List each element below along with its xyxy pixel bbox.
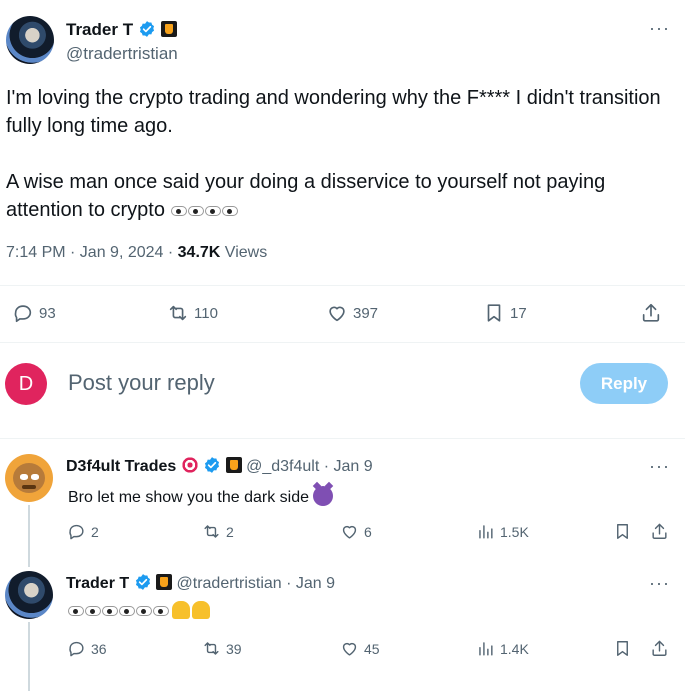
like-count: 6 — [364, 523, 372, 540]
retweet-icon — [169, 305, 187, 321]
author-name-row[interactable]: Trader T — [66, 20, 177, 40]
reply-author-name[interactable]: Trader T — [66, 575, 129, 592]
bookmark-button[interactable] — [613, 522, 632, 541]
like-button[interactable]: 397 — [326, 302, 378, 324]
reply-button[interactable]: 36 — [67, 639, 107, 658]
reply-icon — [69, 524, 84, 540]
bookmark-icon — [617, 524, 628, 539]
tweet-timestamp[interactable]: 7:14 PM · Jan 9, 2024 · — [6, 244, 178, 261]
eyes-emoji-icon — [170, 196, 205, 224]
bookmark-icon — [487, 304, 501, 322]
eyes-emoji-icon — [204, 196, 239, 224]
smiling-devil-emoji-icon — [313, 486, 334, 506]
folded-hands-emoji-icon — [172, 601, 190, 619]
thread-line — [28, 622, 30, 691]
tweet-text: I'm loving the crypto trading and wonder… — [6, 84, 666, 252]
reply-author-name[interactable]: D3f4ult Trades — [66, 458, 176, 475]
retweet-button[interactable]: 39 — [202, 639, 242, 658]
tweet-meta: 7:14 PM · Jan 9, 2024 · 34.7K Views — [6, 244, 267, 262]
affiliate-badge-icon — [225, 457, 242, 473]
reply-text: Bro let me show you the dark side — [68, 486, 334, 507]
heart-icon — [342, 642, 357, 656]
reply-author-row[interactable]: D3f4ult Trades @_d3f4ult · Jan 9 — [66, 456, 373, 476]
like-button[interactable]: 45 — [340, 639, 380, 658]
reply-date[interactable]: · Jan 9 — [286, 575, 335, 592]
share-icon — [652, 523, 667, 539]
reply-author-handle[interactable]: @_d3f4ult — [246, 458, 319, 475]
reply-author-handle[interactable]: @tradertristian — [177, 575, 282, 592]
heart-icon — [342, 525, 357, 539]
target-emoji-icon — [180, 456, 199, 474]
divider — [0, 342, 685, 343]
reply-icon — [69, 641, 84, 657]
author-handle[interactable]: @tradertristian — [66, 44, 178, 64]
views-button[interactable]: 1.5K — [476, 522, 529, 541]
reply-avatar[interactable] — [5, 454, 53, 502]
affiliate-badge-icon — [160, 21, 177, 37]
reply-avatar[interactable] — [5, 571, 53, 619]
reply-submit-button[interactable]: Reply — [580, 363, 668, 404]
more-options-icon[interactable]: ··· — [649, 18, 670, 39]
reply-author-row[interactable]: Trader T @tradertristian · Jan 9 — [66, 573, 335, 593]
tweet-paragraph-1: I'm loving the crypto trading and wonder… — [6, 87, 661, 137]
share-button[interactable] — [650, 639, 669, 658]
eyes-emoji-icon — [136, 603, 170, 621]
share-button[interactable] — [640, 302, 662, 324]
verified-badge-icon — [135, 574, 150, 590]
divider — [0, 285, 685, 286]
views-count: 1.4K — [500, 640, 529, 657]
retweet-icon — [204, 642, 219, 655]
bookmark-button[interactable] — [613, 639, 632, 658]
reply-input[interactable]: Post your reply — [68, 370, 215, 396]
retweet-count: 39 — [226, 640, 242, 657]
reply-date[interactable]: · Jan 9 — [324, 458, 373, 475]
bookmark-icon — [617, 641, 628, 656]
bookmark-count: 17 — [510, 304, 527, 322]
retweet-icon — [204, 525, 219, 538]
views-button[interactable]: 1.4K — [476, 639, 529, 658]
reply-count: 36 — [91, 640, 107, 657]
reply-text — [68, 601, 210, 621]
views-count: 1.5K — [500, 523, 529, 540]
heart-icon — [329, 306, 345, 322]
verified-badge-icon — [139, 21, 154, 37]
thread-line — [28, 505, 30, 567]
like-button[interactable]: 6 — [340, 522, 372, 541]
reply-icon — [14, 305, 32, 323]
tweet-paragraph-2: A wise man once said your doing a disser… — [6, 168, 666, 224]
verified-badge-icon — [205, 457, 220, 473]
author-name[interactable]: Trader T — [66, 20, 133, 39]
reply-button[interactable]: 2 — [67, 522, 99, 541]
affiliate-badge-icon — [156, 574, 173, 590]
like-count: 45 — [364, 640, 380, 657]
analytics-icon — [479, 642, 493, 656]
views-label: Views — [220, 244, 268, 261]
bookmark-button[interactable]: 17 — [483, 302, 527, 324]
share-button[interactable] — [650, 522, 669, 541]
more-options-icon[interactable]: ··· — [649, 573, 670, 594]
retweet-button[interactable]: 2 — [202, 522, 234, 541]
more-options-icon[interactable]: ··· — [649, 456, 670, 477]
reply-count: 93 — [39, 304, 56, 322]
divider — [0, 438, 685, 439]
retweet-count: 2 — [226, 523, 234, 540]
analytics-icon — [479, 525, 493, 539]
author-avatar[interactable] — [6, 16, 54, 64]
eyes-emoji-icon — [102, 603, 136, 621]
reply-button[interactable]: 93 — [12, 302, 56, 324]
eyes-emoji-icon — [68, 603, 102, 621]
reply-count: 2 — [91, 523, 99, 540]
retweet-count: 110 — [194, 304, 218, 322]
tweet-paragraph-2-text: A wise man once said your doing a disser… — [6, 171, 606, 221]
like-count: 397 — [353, 304, 379, 322]
reply-text-content: Bro let me show you the dark side — [68, 489, 310, 506]
share-icon — [642, 303, 660, 322]
share-icon — [652, 640, 667, 656]
retweet-button[interactable]: 110 — [167, 302, 218, 324]
folded-hands-emoji-icon — [192, 601, 210, 619]
user-avatar[interactable]: D — [5, 363, 47, 405]
views-count: 34.7K — [177, 244, 221, 261]
